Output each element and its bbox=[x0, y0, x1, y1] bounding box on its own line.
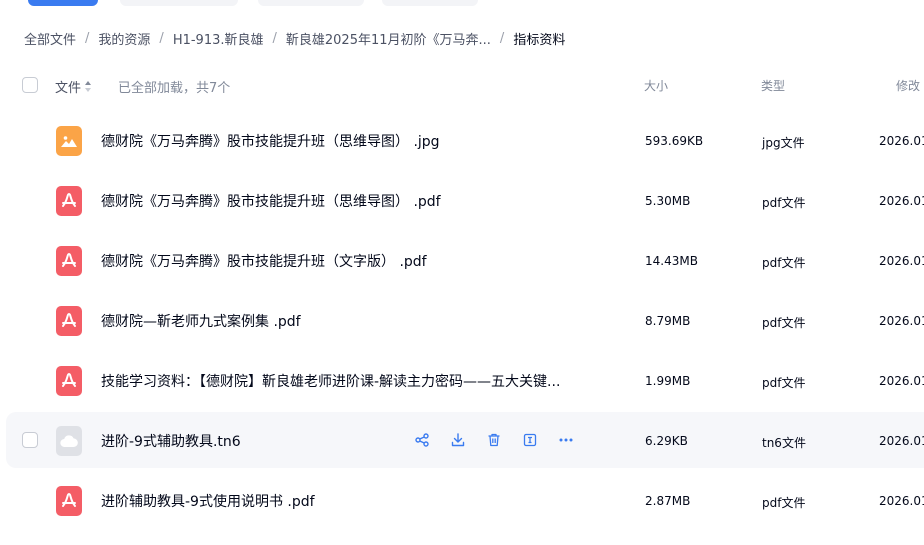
share-icon[interactable] bbox=[413, 431, 431, 449]
file-modified: 2026.01 bbox=[879, 194, 924, 208]
file-type: jpg文件 bbox=[762, 136, 805, 150]
select-all-checkbox[interactable] bbox=[22, 77, 38, 93]
sort-by-name[interactable]: 文件 bbox=[55, 77, 92, 96]
file-row[interactable]: 德财院《万马奔腾》股市技能提升班（思维导图） .jpg 593.69KB jpg… bbox=[6, 112, 924, 168]
file-name[interactable]: 进阶-9式辅助教具.tn6 bbox=[101, 431, 241, 451]
breadcrumb-item-current: 指标资料 bbox=[513, 32, 566, 48]
toolbar-button[interactable] bbox=[382, 0, 478, 6]
row-actions bbox=[413, 431, 593, 449]
file-modified: 2026.01 bbox=[879, 134, 924, 148]
breadcrumb-item-all-files[interactable]: 全部文件 bbox=[24, 29, 76, 48]
file-modified: 2026.01 bbox=[879, 494, 924, 508]
sort-icon bbox=[85, 81, 92, 92]
file-modified: 2026.01 bbox=[879, 374, 924, 388]
file-row[interactable]: 技能学习资料：【德财院】靳良雄老师进阶课-解读主力密码——五大关键... 1.9… bbox=[6, 352, 924, 408]
file-type: pdf文件 bbox=[762, 196, 806, 210]
file-size: 6.29KB bbox=[645, 434, 688, 448]
file-name[interactable]: 德财院《万马奔腾》股市技能提升班（思维导图） .jpg bbox=[101, 131, 440, 151]
toolbar-button[interactable] bbox=[258, 0, 364, 6]
pdf-file-icon bbox=[56, 486, 82, 516]
file-size: 14.43MB bbox=[645, 254, 698, 268]
rename-icon[interactable] bbox=[521, 431, 539, 449]
pdf-file-icon bbox=[56, 366, 82, 396]
toolbar-buttons bbox=[0, 0, 924, 10]
file-row[interactable]: 德财院《万马奔腾》股市技能提升班（文字版） .pdf 14.43MB pdf文件… bbox=[6, 232, 924, 288]
cloud-file-icon bbox=[56, 426, 82, 456]
column-header-modified[interactable]: 修改 bbox=[896, 77, 920, 94]
pdf-file-icon bbox=[56, 246, 82, 276]
file-list-header: 文件 已全部加载，共7个 大小 类型 修改 bbox=[0, 72, 924, 100]
upload-button[interactable] bbox=[28, 0, 98, 6]
file-modified: 2026.01 bbox=[879, 434, 924, 448]
file-type: pdf文件 bbox=[762, 496, 806, 510]
file-row[interactable]: 德财院《万马奔腾》股市技能提升班（思维导图） .pdf 5.30MB pdf文件… bbox=[6, 172, 924, 228]
more-icon[interactable] bbox=[557, 431, 575, 449]
breadcrumb-separator: / bbox=[272, 30, 277, 46]
pdf-file-icon bbox=[56, 306, 82, 336]
row-checkbox[interactable] bbox=[22, 432, 38, 448]
file-row[interactable]: 进阶-9式辅助教具.tn6 6.29KB tn6文件 2026.01 bbox=[6, 412, 924, 468]
file-row[interactable]: 进阶辅助教具-9式使用说明书 .pdf 2.87MB pdf文件 2026.01 bbox=[6, 472, 924, 528]
file-size: 1.99MB bbox=[645, 374, 691, 388]
file-name[interactable]: 进阶辅助教具-9式使用说明书 .pdf bbox=[101, 491, 315, 511]
breadcrumb-separator: / bbox=[85, 30, 90, 46]
file-modified: 2026.01 bbox=[879, 314, 924, 328]
breadcrumb-item-course-folder[interactable]: 靳良雄2025年11月初阶《万马奔... bbox=[286, 29, 491, 48]
file-type: pdf文件 bbox=[762, 316, 806, 330]
column-header-type[interactable]: 类型 bbox=[761, 77, 785, 94]
delete-icon[interactable] bbox=[485, 431, 503, 449]
download-icon[interactable] bbox=[449, 431, 467, 449]
file-modified: 2026.01 bbox=[879, 254, 924, 268]
file-type: pdf文件 bbox=[762, 376, 806, 390]
file-name[interactable]: 技能学习资料：【德财院】靳良雄老师进阶课-解读主力密码——五大关键... bbox=[101, 371, 560, 391]
file-type: pdf文件 bbox=[762, 256, 806, 270]
breadcrumb-item-folder[interactable]: H1-913.靳良雄 bbox=[173, 29, 264, 48]
column-header-name: 文件 bbox=[55, 81, 82, 96]
loaded-count: 已全部加载，共7个 bbox=[118, 81, 231, 96]
breadcrumb-separator: / bbox=[159, 30, 164, 46]
breadcrumb-separator: / bbox=[499, 30, 505, 46]
breadcrumb-item-my-resources[interactable]: 我的资源 bbox=[98, 29, 150, 48]
file-size: 593.69KB bbox=[645, 134, 704, 148]
toolbar-button[interactable] bbox=[120, 0, 238, 6]
image-file-icon bbox=[56, 126, 82, 156]
file-size: 8.79MB bbox=[645, 314, 691, 328]
file-row[interactable]: 德财院—靳老师九式案例集 .pdf 8.79MB pdf文件 2026.01 bbox=[6, 292, 924, 348]
file-size: 5.30MB bbox=[645, 194, 691, 208]
file-name[interactable]: 德财院—靳老师九式案例集 .pdf bbox=[101, 311, 301, 331]
file-size: 2.87MB bbox=[645, 494, 691, 508]
file-type: tn6文件 bbox=[762, 436, 806, 450]
column-header-size[interactable]: 大小 bbox=[644, 77, 668, 94]
breadcrumb: 全部文件 / 我的资源 / H1-913.靳良雄 / 靳良雄2025年11月初阶… bbox=[24, 28, 565, 48]
file-name[interactable]: 德财院《万马奔腾》股市技能提升班（文字版） .pdf bbox=[101, 251, 427, 271]
file-name[interactable]: 德财院《万马奔腾》股市技能提升班（思维导图） .pdf bbox=[101, 191, 441, 211]
pdf-file-icon bbox=[56, 186, 82, 216]
